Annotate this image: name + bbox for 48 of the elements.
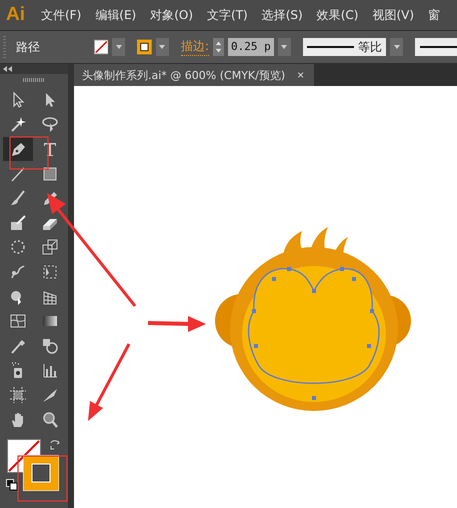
menu-item[interactable]: 窗 (423, 6, 446, 24)
menu-item[interactable]: 选择(S) (256, 6, 309, 24)
caret-icon (159, 45, 166, 49)
stroke-swatch-icon[interactable] (23, 455, 59, 492)
paintbrush-icon (9, 189, 27, 208)
pointer-arrow (148, 316, 206, 332)
blob-brush-icon (9, 214, 27, 232)
app-logo: Ai (6, 4, 26, 26)
artboard-icon (9, 386, 27, 404)
stroke-profile-field[interactable]: 等比 (302, 38, 386, 56)
scale-icon (41, 238, 59, 256)
caret-icon (281, 45, 288, 49)
menu-item[interactable]: 编辑(E) (90, 6, 142, 24)
caret-icon (394, 45, 400, 49)
collapse-icon[interactable] (3, 66, 12, 72)
swap-arrows-icon[interactable] (49, 439, 61, 452)
bar-graph-icon (41, 361, 59, 380)
dropdown-button[interactable] (278, 38, 291, 56)
tool-button[interactable] (3, 137, 33, 161)
no-fill-swatch-icon[interactable] (94, 39, 108, 55)
dropdown-button[interactable] (156, 38, 169, 56)
document-tab[interactable]: 头像制作系列.ai* @ 600% (CMYK/预览) × (74, 64, 314, 86)
dropdown-button[interactable] (112, 38, 126, 56)
brush-field[interactable] (415, 38, 457, 56)
menu-item[interactable]: 对象(O) (145, 6, 200, 24)
warp-icon (9, 262, 27, 281)
stroke-swatch-icon[interactable] (137, 39, 152, 55)
menu-item[interactable]: 文字(T) (202, 6, 254, 24)
highlight-frame (9, 136, 49, 170)
close-tab-button[interactable]: × (297, 68, 304, 82)
stroke-weight-field[interactable]: 0.25 p (228, 38, 274, 56)
mesh-icon (9, 312, 27, 330)
dropdown-button[interactable] (390, 38, 404, 56)
magic-wand-icon (9, 115, 27, 134)
selection-type-label: 路径 (14, 38, 41, 56)
lasso-icon (41, 115, 59, 134)
menu-item[interactable]: 视图(V) (367, 6, 420, 24)
default-colors-icon[interactable] (6, 479, 18, 492)
menu-item[interactable]: 效果(C) (312, 6, 364, 24)
highlight-frame (17, 455, 68, 502)
spinner-arrows-icon[interactable] (212, 38, 224, 56)
menu-item[interactable]: 文件(F) (36, 6, 88, 24)
caret-icon (116, 45, 122, 49)
free-transform-icon (41, 262, 59, 281)
rectangle-icon (41, 164, 59, 183)
blend-icon (41, 336, 59, 355)
rotate-icon (9, 238, 27, 256)
magnifier-icon (41, 410, 59, 429)
